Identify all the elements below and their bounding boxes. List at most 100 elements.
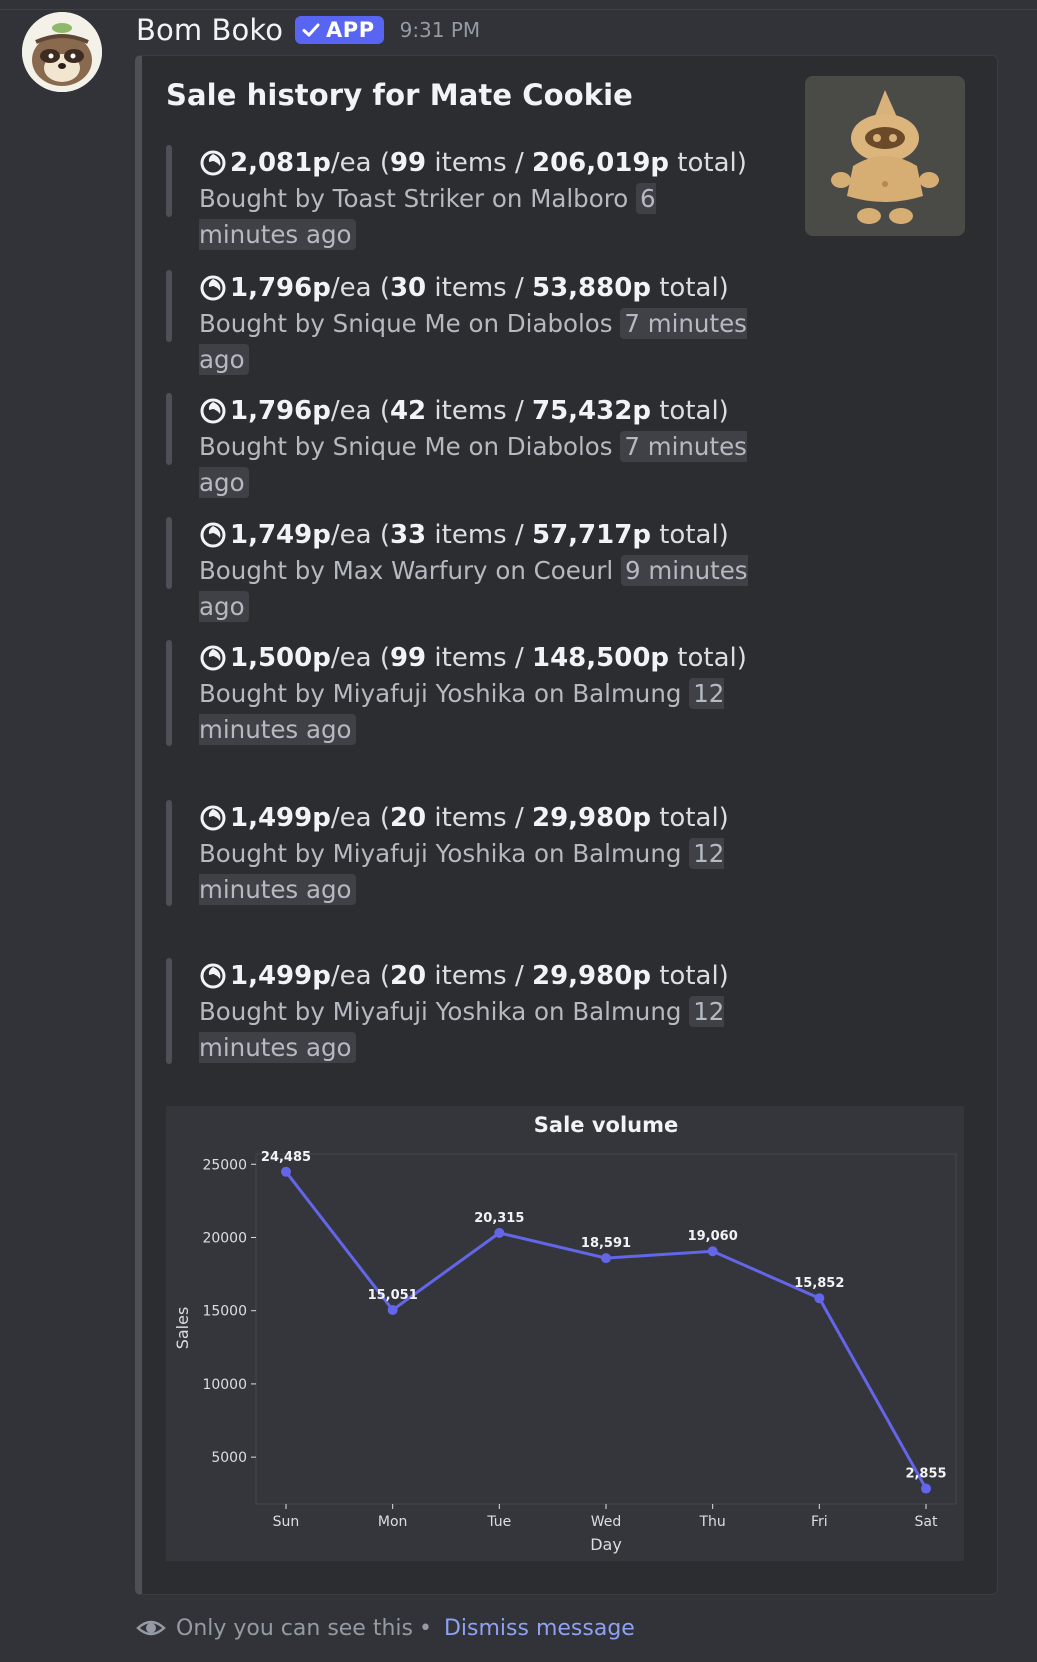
data-point[interactable]: [601, 1253, 611, 1264]
quote-bar: [166, 517, 172, 589]
per-unit-label: /ea (: [330, 273, 390, 303]
sale-summary: 1,499p/ea (20 items / 29,980p total): [200, 958, 729, 994]
buyer-info: Bought by Miyafuji Yoshika on Balmung: [199, 839, 682, 868]
message-timestamp[interactable]: 9:31 PM: [400, 18, 481, 42]
gil-icon: [200, 150, 226, 176]
sale-summary: 1,796p/ea (30 items / 53,880p total): [200, 270, 729, 306]
total-price: 53,880p: [532, 273, 651, 303]
y-tick-label: 5000: [211, 1450, 247, 1466]
plot-area: [255, 1153, 957, 1505]
quote-bar: [166, 145, 172, 217]
quote-bar: [166, 958, 172, 1064]
total-price: 75,432p: [532, 396, 651, 426]
data-point[interactable]: [281, 1166, 291, 1177]
chart-svg: Sale volume Sales Day 5000 10000 15000 2000…: [173, 1113, 957, 1554]
data-point[interactable]: [921, 1483, 931, 1494]
chart-title: Sale volume: [534, 1113, 678, 1137]
sale-entry: 2,081p/ea (99 items / 206,019p total) Bou…: [166, 145, 766, 250]
quote-bar: [166, 393, 172, 465]
buyer-info: Bought by Miyafuji Yoshika on Balmung: [199, 997, 682, 1026]
total-label: total): [650, 396, 729, 426]
price-per-unit: 1,499p: [230, 961, 331, 991]
total-label: total): [669, 643, 747, 673]
gil-icon: [200, 805, 226, 831]
buyer-info: Bought by Miyafuji Yoshika on Balmung: [199, 679, 682, 708]
item-thumbnail[interactable]: [805, 76, 965, 236]
quantity: 33: [389, 520, 427, 550]
buyer-line: Bought by Miyafuji Yoshika on Balmung 12…: [199, 994, 759, 1066]
data-label: 2,855: [905, 1467, 946, 1482]
total-label: total): [669, 148, 747, 178]
data-label: 24,485: [261, 1150, 311, 1165]
quantity: 30: [389, 273, 427, 303]
price-per-unit: 1,796p: [230, 396, 331, 426]
items-label: items /: [426, 148, 532, 178]
sale-entry: 1,796p/ea (30 items / 53,880p total) Boug…: [166, 270, 766, 375]
tanuki-avatar-image: [22, 12, 102, 92]
quantity: 20: [389, 961, 427, 991]
y-axis-label: Sales: [173, 1307, 192, 1350]
buyer-line: Bought by Snique Me on Diabolos 7 minute…: [199, 429, 759, 501]
sale-summary: 1,499p/ea (20 items / 29,980p total): [200, 800, 729, 836]
per-unit-label: /ea (: [330, 396, 390, 426]
price-per-unit: 1,499p: [230, 803, 331, 833]
price-per-unit: 1,500p: [230, 643, 331, 673]
gil-icon: [200, 963, 226, 989]
x-tick-label: Sun: [273, 1514, 300, 1530]
bot-avatar[interactable]: [22, 12, 102, 92]
quote-bar: [166, 800, 172, 906]
sale-entry: 1,499p/ea (20 items / 29,980p total) Boug…: [166, 800, 766, 906]
dismiss-message-link[interactable]: Dismiss message: [444, 1616, 635, 1641]
sale-entry: 1,749p/ea (33 items / 57,717p total) Boug…: [166, 517, 766, 622]
quote-bar: [166, 640, 172, 746]
x-tick-label: Tue: [486, 1514, 511, 1530]
sale-entry: 1,500p/ea (99 items / 148,500p total) Bou…: [166, 640, 766, 746]
sale-volume-chart[interactable]: Sale volume Sales Day 5000 10000 15000 2000…: [166, 1106, 964, 1561]
sale-summary: 1,749p/ea (33 items / 57,717p total): [200, 517, 729, 553]
items-label: items /: [426, 961, 532, 991]
y-tick-label: 20000: [202, 1230, 247, 1246]
buyer-info: Bought by Snique Me on Diabolos: [199, 432, 613, 461]
buyer-line: Bought by Miyafuji Yoshika on Balmung 12…: [199, 676, 759, 748]
buyer-info: Bought by Toast Striker on Malboro: [199, 184, 629, 213]
total-price: 206,019p: [532, 148, 670, 178]
items-label: items /: [426, 520, 532, 550]
verified-check-icon: [302, 23, 320, 37]
x-tick-label: Mon: [378, 1514, 408, 1530]
total-label: total): [650, 961, 729, 991]
quantity: 20: [389, 803, 427, 833]
per-unit-label: /ea (: [330, 961, 390, 991]
per-unit-label: /ea (: [330, 148, 390, 178]
sale-summary: 1,500p/ea (99 items / 148,500p total): [200, 640, 747, 676]
total-label: total): [650, 803, 729, 833]
y-tick-label: 25000: [202, 1157, 247, 1173]
sale-entry: 1,499p/ea (20 items / 29,980p total) Boug…: [166, 958, 766, 1064]
data-point[interactable]: [494, 1227, 505, 1238]
buyer-info: Bought by Snique Me on Diabolos: [199, 309, 613, 338]
data-point[interactable]: [707, 1246, 718, 1257]
app-badge-label: APP: [326, 18, 375, 42]
x-tick-label: Sat: [915, 1514, 938, 1530]
price-per-unit: 1,796p: [230, 273, 331, 303]
gil-icon: [200, 398, 226, 424]
data-label: 15,852: [794, 1276, 844, 1291]
sale-summary: 2,081p/ea (99 items / 206,019p total): [200, 145, 747, 181]
buyer-line: Bought by Max Warfury on Coeurl 9 minute…: [199, 553, 759, 625]
total-price: 148,500p: [532, 643, 670, 673]
buyer-line: Bought by Toast Striker on Malboro 6 min…: [199, 181, 759, 253]
price-per-unit: 1,749p: [230, 520, 331, 550]
x-tick-label: Thu: [699, 1514, 726, 1530]
total-price: 29,980p: [532, 961, 651, 991]
data-label: 19,060: [688, 1229, 738, 1244]
quantity: 42: [389, 396, 427, 426]
data-point[interactable]: [387, 1304, 398, 1315]
gil-icon: [200, 645, 226, 671]
app-badge: APP: [295, 16, 384, 44]
sale-summary: 1,796p/ea (42 items / 75,432p total): [200, 393, 729, 429]
top-divider: [0, 0, 1037, 10]
author-name[interactable]: Bom Boko: [136, 13, 283, 47]
buyer-line: Bought by Miyafuji Yoshika on Balmung 12…: [199, 836, 759, 908]
total-label: total): [650, 520, 729, 550]
data-point[interactable]: [814, 1293, 825, 1304]
embed-title: Sale history for Mate Cookie: [166, 78, 633, 112]
